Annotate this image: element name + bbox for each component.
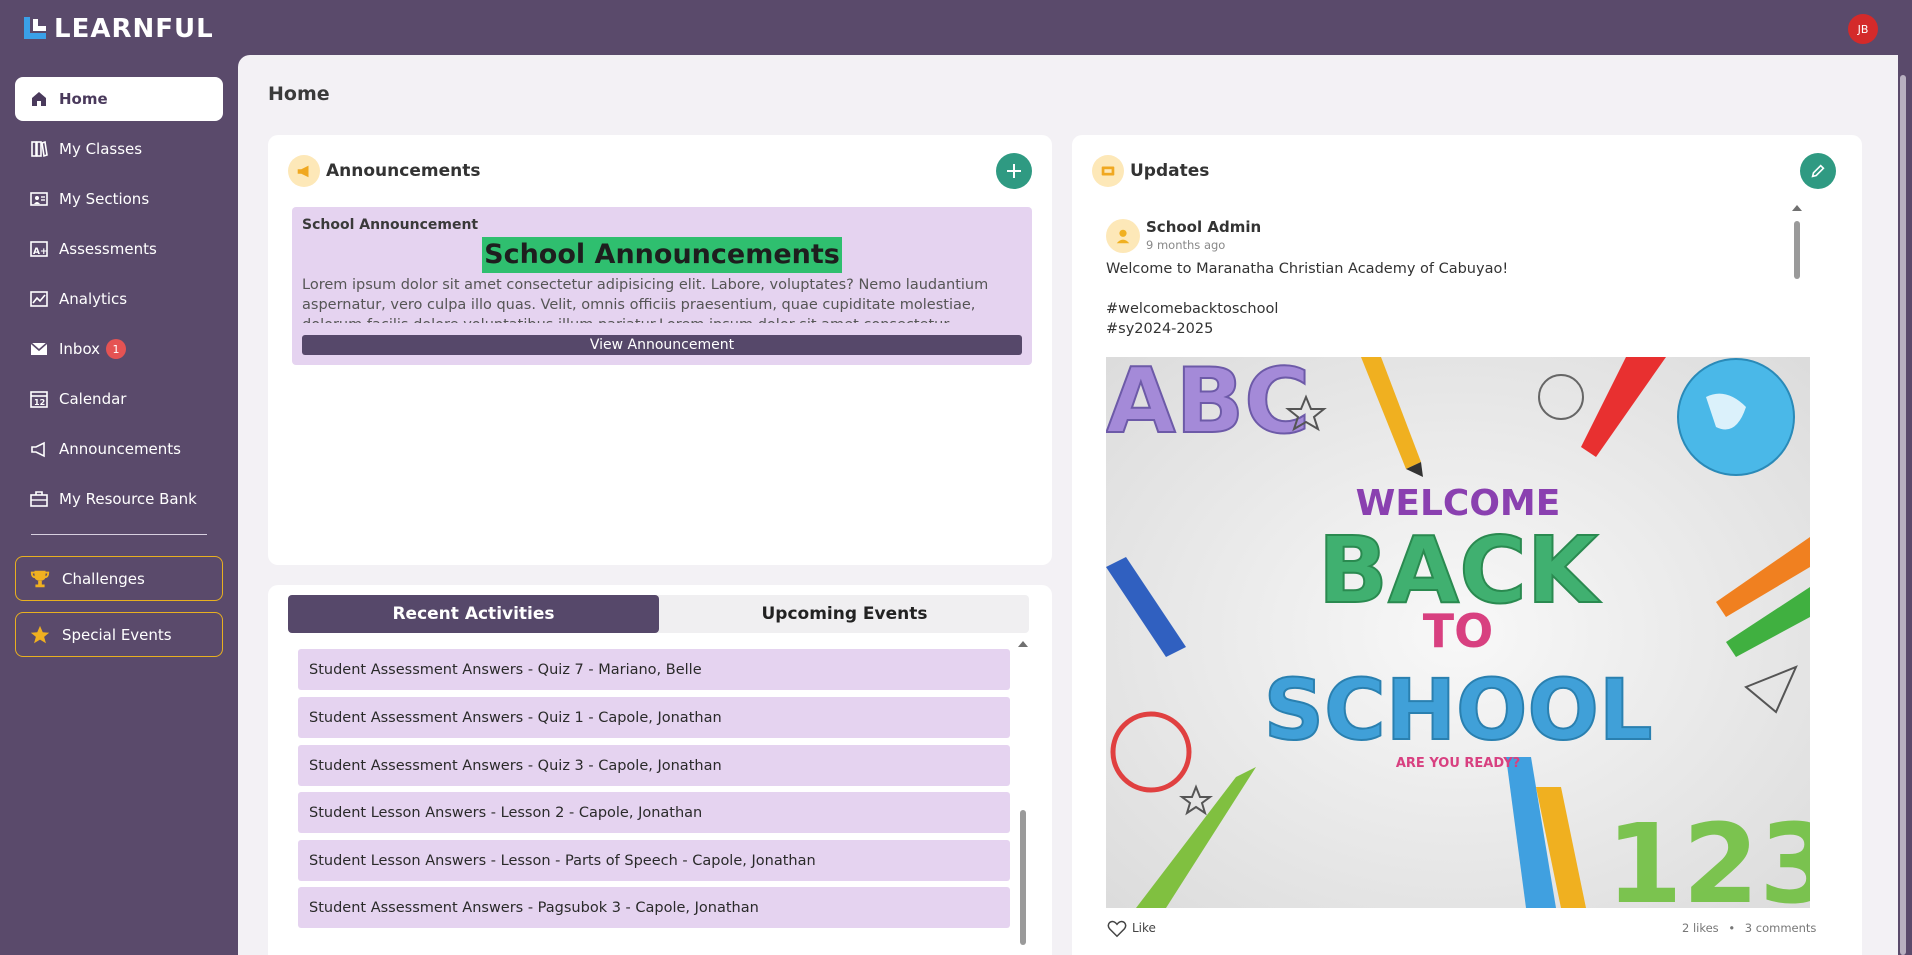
special-events-label: Special Events bbox=[62, 625, 172, 644]
calendar-day: 12 bbox=[34, 398, 45, 407]
sidebar-item-label: Analytics bbox=[59, 290, 128, 308]
updates-card: Updates School Admin 9 months ago Welcom… bbox=[1072, 135, 1862, 955]
logo-mark-icon bbox=[22, 15, 48, 43]
challenges-label: Challenges bbox=[62, 569, 145, 588]
sidebar: Home My Classes My Sections A+ Assessmen… bbox=[0, 55, 238, 955]
stats-separator: • bbox=[1728, 921, 1736, 935]
trophy-icon bbox=[28, 567, 52, 591]
list-item[interactable]: Student Assessment Answers - Pagsubok 3 … bbox=[298, 887, 1010, 928]
post-author-avatar bbox=[1106, 219, 1140, 253]
activities-card: Recent Activities Upcoming Events Studen… bbox=[268, 585, 1052, 955]
post-image[interactable]: ABC WELCOME BACK TO SCHOOL ARE YOU READY… bbox=[1106, 357, 1810, 908]
announcement-body: Lorem ipsum dolor sit amet consectetur a… bbox=[302, 277, 989, 323]
briefcase-icon bbox=[29, 489, 49, 509]
sidebar-item-inbox[interactable]: Inbox 1 bbox=[15, 327, 223, 371]
updates-scroll-up-icon[interactable] bbox=[1792, 205, 1802, 211]
sidebar-item-home[interactable]: Home bbox=[15, 77, 223, 121]
tab-upcoming-events[interactable]: Upcoming Events bbox=[659, 595, 1030, 633]
heart-icon bbox=[1107, 920, 1127, 938]
announcement-heading: School Announcements bbox=[482, 237, 842, 273]
abc-letters: ABC bbox=[1106, 357, 1310, 454]
announcements-title: Announcements bbox=[326, 161, 481, 181]
challenges-button[interactable]: Challenges bbox=[15, 556, 223, 601]
mail-icon bbox=[29, 339, 49, 359]
ready-text: ARE YOU READY? bbox=[1396, 756, 1520, 771]
chart-icon bbox=[29, 289, 49, 309]
list-item[interactable]: Student Assessment Answers - Quiz 3 - Ca… bbox=[298, 745, 1010, 786]
sidebar-item-label: Inbox bbox=[59, 340, 101, 358]
add-announcement-button[interactable] bbox=[996, 153, 1032, 189]
sidebar-item-calendar[interactable]: 12 Calendar bbox=[15, 377, 223, 421]
post-line: #sy2024-2025 bbox=[1106, 321, 1214, 337]
page-title: Home bbox=[268, 83, 330, 105]
sidebar-item-label: My Sections bbox=[59, 190, 150, 208]
list-item[interactable]: Student Assessment Answers - Quiz 1 - Ca… bbox=[298, 697, 1010, 738]
activities-scroll-up-icon[interactable] bbox=[1018, 641, 1028, 647]
back-to-school-illustration: ABC WELCOME BACK TO SCHOOL ARE YOU READY… bbox=[1106, 357, 1810, 908]
school-text: SCHOOL bbox=[1264, 661, 1653, 759]
sidebar-item-assessments[interactable]: A+ Assessments bbox=[15, 227, 223, 271]
user-avatar[interactable]: JB bbox=[1848, 14, 1878, 44]
sidebar-item-label: Assessments bbox=[59, 240, 157, 258]
post-time: 9 months ago bbox=[1146, 238, 1226, 252]
view-announcement-button[interactable]: View Announcement bbox=[302, 335, 1022, 355]
star-icon bbox=[28, 623, 52, 647]
announcement-item[interactable]: School Announcement School Announcements… bbox=[292, 207, 1032, 365]
logo-text: LEARNFUL bbox=[54, 14, 214, 44]
comments-count[interactable]: 3 comments bbox=[1745, 921, 1817, 935]
grade-icon: A+ bbox=[29, 239, 49, 259]
list-item[interactable]: Student Lesson Answers - Lesson 2 - Capo… bbox=[298, 792, 1010, 833]
inbox-count-badge: 1 bbox=[106, 339, 127, 359]
updates-ticket-icon bbox=[1092, 155, 1124, 187]
page-scrollbar[interactable] bbox=[1900, 75, 1906, 955]
post-author[interactable]: School Admin bbox=[1146, 218, 1261, 236]
special-events-button[interactable]: Special Events bbox=[15, 612, 223, 657]
activities-scrollbar[interactable] bbox=[1020, 810, 1026, 945]
list-item[interactable]: Student Lesson Answers - Lesson - Parts … bbox=[298, 840, 1010, 881]
svg-text:A+: A+ bbox=[33, 247, 48, 257]
like-button[interactable]: Like bbox=[1106, 917, 1156, 939]
announcements-megaphone-icon bbox=[288, 155, 320, 187]
numbers-text: 123 bbox=[1606, 800, 1810, 908]
announcement-label: School Announcement bbox=[302, 217, 479, 233]
megaphone-icon bbox=[29, 439, 49, 459]
list-item[interactable]: Student Assessment Answers - Quiz 7 - Ma… bbox=[298, 649, 1010, 690]
calendar-icon: 12 bbox=[29, 389, 49, 409]
post-text: Welcome to Maranatha Christian Academy o… bbox=[1106, 259, 1508, 339]
updates-scrollbar[interactable] bbox=[1794, 221, 1800, 279]
tab-recent-activities[interactable]: Recent Activities bbox=[288, 595, 659, 633]
post-stats: 2 likes • 3 comments bbox=[1682, 921, 1816, 935]
post-line: #welcomebacktoschool bbox=[1106, 301, 1279, 317]
post-line: Welcome to Maranatha Christian Academy o… bbox=[1106, 261, 1509, 277]
announcements-card: Announcements School Announcement School… bbox=[268, 135, 1052, 565]
sidebar-item-label: My Resource Bank bbox=[59, 490, 197, 508]
user-icon bbox=[1116, 229, 1130, 244]
sidebar-item-resource-bank[interactable]: My Resource Bank bbox=[15, 477, 223, 521]
sidebar-item-label: Calendar bbox=[59, 390, 127, 408]
updates-title: Updates bbox=[1130, 161, 1210, 181]
sidebar-item-announcements[interactable]: Announcements bbox=[15, 427, 223, 471]
like-label: Like bbox=[1132, 921, 1156, 935]
sidebar-item-analytics[interactable]: Analytics bbox=[15, 277, 223, 321]
edit-update-button[interactable] bbox=[1800, 153, 1836, 189]
to-text: TO bbox=[1423, 604, 1493, 658]
books-icon bbox=[29, 139, 49, 159]
sections-icon bbox=[29, 189, 49, 209]
activities-tabs: Recent Activities Upcoming Events bbox=[288, 595, 1029, 633]
sidebar-item-my-sections[interactable]: My Sections bbox=[15, 177, 223, 221]
plus-icon bbox=[1007, 164, 1021, 178]
sidebar-item-label: Announcements bbox=[59, 440, 181, 458]
sidebar-divider bbox=[31, 534, 207, 535]
sidebar-item-label: Home bbox=[59, 90, 108, 108]
top-bar: LEARNFUL JB bbox=[0, 0, 1912, 55]
likes-count[interactable]: 2 likes bbox=[1682, 921, 1719, 935]
app-logo[interactable]: LEARNFUL bbox=[22, 14, 214, 44]
sidebar-item-my-classes[interactable]: My Classes bbox=[15, 127, 223, 171]
home-icon bbox=[29, 89, 49, 109]
pencil-icon bbox=[1811, 164, 1825, 178]
sidebar-item-label: My Classes bbox=[59, 140, 143, 158]
main-content: Home Announcements School Announcement S… bbox=[238, 55, 1898, 955]
